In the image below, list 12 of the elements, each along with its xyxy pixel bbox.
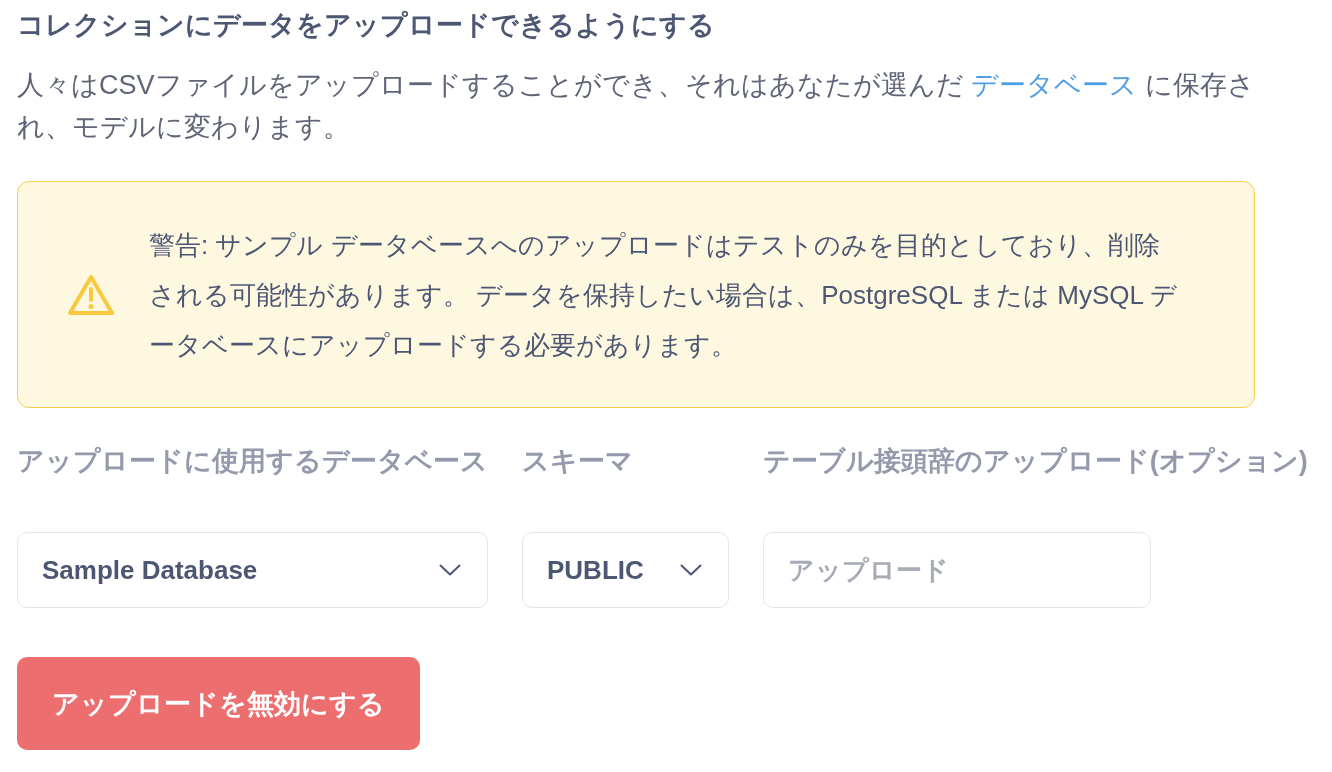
dropdown-select[interactable]: PUBLIC: [522, 532, 729, 608]
field-label: スキーマ: [522, 445, 634, 478]
section-description: 人々はCSVファイルをアップロードすることができ、それはあなたが選んだ データベース に保存され、モデルに変わります。: [17, 69, 1256, 144]
text-input[interactable]: アップロード: [762, 532, 1151, 608]
section-title: コレクションにデータをアップロードできるようにする: [17, 9, 716, 42]
warning-message: 警告: サンプル データベースへのアップロードはテストのみを目的としており、削除される可能性があります。 データを保持したい場合は、PostgreSQL または MySQL データベースにアップロードする必要があります。: [149, 229, 1179, 362]
warning-icon: [68, 274, 114, 316]
dropdown-select[interactable]: Sample Database: [17, 532, 488, 608]
field-label: アップロードに使用するデータベース: [17, 445, 488, 478]
field-label: テーブル接頭辞のアップロード(オプション): [762, 445, 1308, 478]
chevron-down-icon: [439, 564, 461, 576]
chevron-down-icon: [679, 564, 702, 576]
